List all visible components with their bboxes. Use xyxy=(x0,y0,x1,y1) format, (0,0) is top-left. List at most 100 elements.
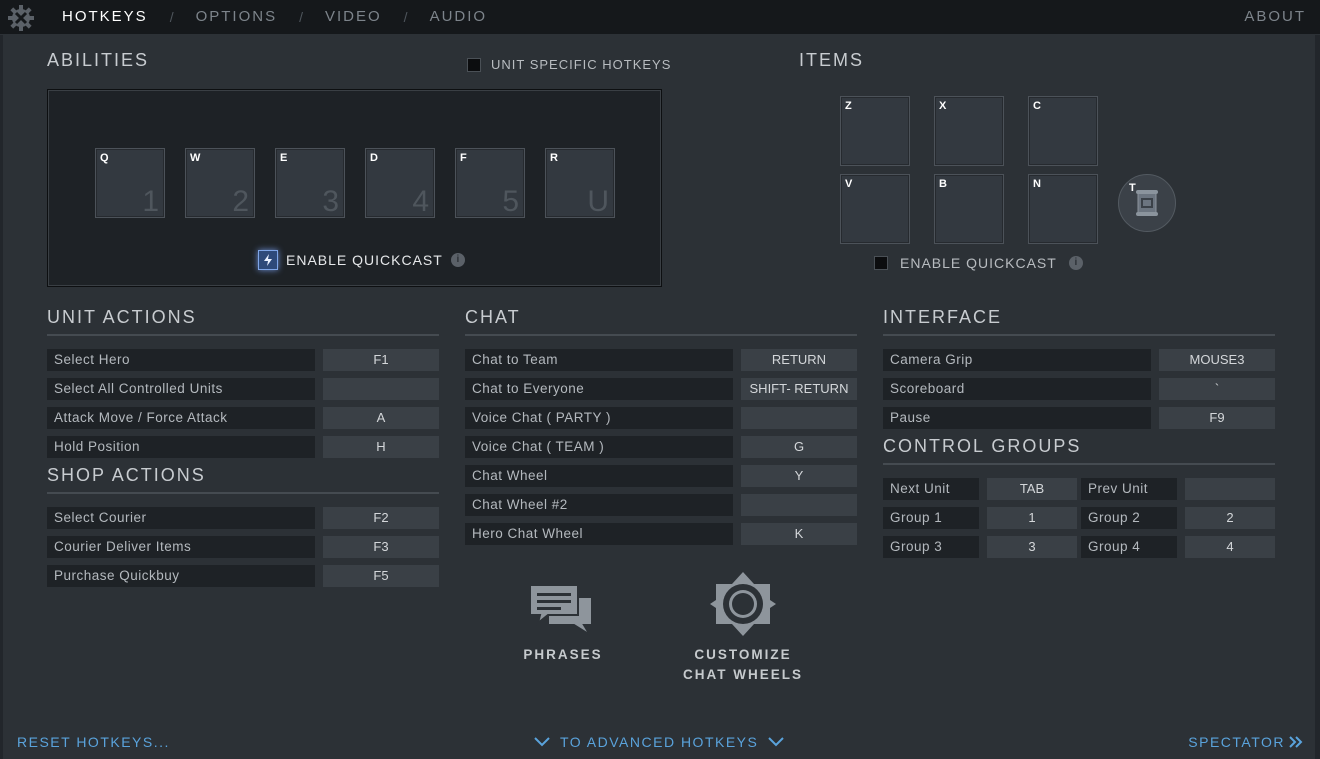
hotkey-binding[interactable] xyxy=(323,378,439,400)
ability-slots-box: Q 1 W 2 E 3 D 4 F 5 R U ENABLE QUICKCAST… xyxy=(47,89,662,287)
hotkey-binding[interactable]: SHIFT- RETURN xyxy=(741,378,857,400)
tab-separator: / xyxy=(403,8,408,25)
hotkey-binding[interactable]: 4 xyxy=(1185,536,1275,558)
hotkey-label: Attack Move / Force Attack xyxy=(47,407,315,429)
hotkey-binding[interactable]: K xyxy=(741,523,857,545)
item-slot-z[interactable]: Z xyxy=(840,96,910,166)
unit-specific-hotkeys-toggle[interactable]: UNIT SPECIFIC HOTKEYS xyxy=(467,57,671,72)
advanced-hotkeys-link[interactable]: TO ADVANCED HOTKEYS xyxy=(534,734,785,750)
hotkeys-panel: ABILITIES UNIT SPECIFIC HOTKEYS Q 1 W 2 … xyxy=(3,35,1315,759)
hotkey-label: Chat Wheel #2 xyxy=(465,494,733,516)
tp-scroll-slot[interactable]: T xyxy=(1118,174,1176,232)
item-slot-v[interactable]: V xyxy=(840,174,910,244)
hotkey-label: Select Hero xyxy=(47,349,315,371)
hotkey-binding[interactable]: A xyxy=(323,407,439,429)
section-divider xyxy=(883,334,1275,336)
hotkey-binding[interactable]: 1 xyxy=(987,507,1077,529)
settings-tabs: HOTKEYS / OPTIONS / VIDEO / AUDIO xyxy=(62,8,487,25)
ability-slot-e[interactable]: E 3 xyxy=(275,148,345,218)
item-quickcast-toggle[interactable]: ENABLE QUICKCAST i xyxy=(874,255,1083,271)
hotkey-label: Group 2 xyxy=(1081,507,1177,529)
hotkey-binding[interactable]: F3 xyxy=(323,536,439,558)
phrases-label: PHRASES xyxy=(523,647,603,662)
speech-bubbles-icon xyxy=(529,584,593,636)
ability-slot-w[interactable]: W 2 xyxy=(185,148,255,218)
hotkey-binding[interactable]: RETURN xyxy=(741,349,857,371)
ability-quickcast-toggle[interactable]: ENABLE QUICKCAST i xyxy=(258,250,465,270)
hotkey-binding[interactable]: TAB xyxy=(987,478,1077,500)
info-icon[interactable]: i xyxy=(1068,256,1083,270)
tab-separator: / xyxy=(169,8,174,25)
unit-actions-title: UNIT ACTIONS xyxy=(47,307,197,327)
ability-number: 4 xyxy=(412,185,429,218)
item-slot-n[interactable]: N xyxy=(1028,174,1098,244)
tab-separator: / xyxy=(299,8,303,25)
item-slot-x[interactable]: X xyxy=(934,96,1004,166)
dota-settings-gear-icon[interactable] xyxy=(7,4,35,32)
section-divider xyxy=(883,463,1275,465)
hotkey-binding[interactable]: F2 xyxy=(323,507,439,529)
quickcast-checkbox-checked[interactable] xyxy=(258,250,278,270)
hotkey-binding[interactable]: 3 xyxy=(987,536,1077,558)
reset-hotkeys-link[interactable]: RESET HOTKEYS... xyxy=(17,734,170,750)
ability-quickcast-label: ENABLE QUICKCAST xyxy=(286,252,443,268)
hotkey-label: Group 1 xyxy=(883,507,979,529)
hotkey-label: Camera Grip xyxy=(883,349,1151,371)
spectator-label: SPECTATOR xyxy=(1188,734,1285,750)
customize-chat-wheels-button[interactable]: CUSTOMIZE CHAT WHEELS xyxy=(678,570,808,690)
hotkey-binding[interactable] xyxy=(1185,478,1275,500)
hotkey-label: Pause xyxy=(883,407,1151,429)
advanced-hotkeys-label: TO ADVANCED HOTKEYS xyxy=(560,734,759,750)
hotkey-label: Prev Unit xyxy=(1081,478,1177,500)
chat-wheel-icon xyxy=(710,572,776,636)
ability-slot-f[interactable]: F 5 xyxy=(455,148,525,218)
ability-number: 1 xyxy=(142,185,159,218)
hotkey-binding[interactable]: F9 xyxy=(1159,407,1275,429)
ability-slot-q[interactable]: Q 1 xyxy=(95,148,165,218)
tab-options[interactable]: OPTIONS xyxy=(196,8,278,25)
ability-key: Q xyxy=(100,152,109,164)
spectator-link[interactable]: SPECTATOR xyxy=(1188,734,1303,750)
ability-number: 5 xyxy=(502,185,519,218)
item-slot-b[interactable]: B xyxy=(934,174,1004,244)
tab-audio[interactable]: AUDIO xyxy=(430,8,488,25)
top-nav-bar: HOTKEYS / OPTIONS / VIDEO / AUDIO ABOUT xyxy=(0,0,1320,35)
hotkey-binding[interactable]: MOUSE3 xyxy=(1159,349,1275,371)
chevron-down-icon xyxy=(768,737,785,747)
hotkey-binding[interactable] xyxy=(741,407,857,429)
ability-number: 2 xyxy=(232,185,249,218)
unit-specific-checkbox[interactable] xyxy=(467,57,481,72)
hotkey-binding[interactable]: H xyxy=(323,436,439,458)
hotkey-label: Hero Chat Wheel xyxy=(465,523,733,545)
tab-video[interactable]: VIDEO xyxy=(325,8,382,25)
hotkey-binding[interactable]: F1 xyxy=(323,349,439,371)
ability-slot-d[interactable]: D 4 xyxy=(365,148,435,218)
hotkey-label: Chat Wheel xyxy=(465,465,733,487)
hotkey-binding[interactable]: Y xyxy=(741,465,857,487)
hotkey-binding[interactable] xyxy=(741,494,857,516)
ability-key: D xyxy=(370,152,378,164)
hotkey-binding[interactable]: G xyxy=(741,436,857,458)
hotkey-binding[interactable]: 2 xyxy=(1185,507,1275,529)
hotkey-label: Chat to Team xyxy=(465,349,733,371)
hotkey-label: Select Courier xyxy=(47,507,315,529)
info-icon[interactable]: i xyxy=(450,253,465,267)
section-divider xyxy=(465,334,857,336)
tab-hotkeys[interactable]: HOTKEYS xyxy=(62,8,148,25)
ability-key: R xyxy=(550,152,558,164)
hotkey-binding[interactable]: F5 xyxy=(323,565,439,587)
item-key: B xyxy=(939,178,947,190)
hotkey-label: Voice Chat ( TEAM ) xyxy=(465,436,733,458)
item-key: X xyxy=(939,100,947,112)
hotkey-label: Scoreboard xyxy=(883,378,1151,400)
about-link[interactable]: ABOUT xyxy=(1244,8,1306,25)
item-quickcast-checkbox[interactable] xyxy=(874,256,888,270)
phrases-button[interactable]: PHRASES xyxy=(518,579,608,669)
section-divider xyxy=(47,334,439,336)
hotkey-binding[interactable]: ` xyxy=(1159,378,1275,400)
items-title: ITEMS xyxy=(799,50,865,70)
ability-slot-r[interactable]: R U xyxy=(545,148,615,218)
hotkey-label: Voice Chat ( PARTY ) xyxy=(465,407,733,429)
hotkey-label: Group 3 xyxy=(883,536,979,558)
item-slot-c[interactable]: C xyxy=(1028,96,1098,166)
